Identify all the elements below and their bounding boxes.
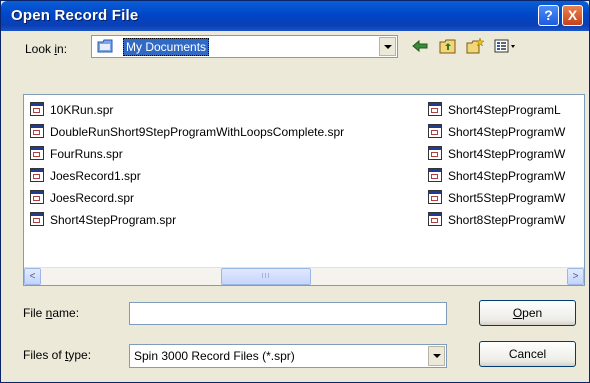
spr-file-icon: [428, 146, 442, 160]
files-of-type-label: Files of type:: [23, 348, 92, 362]
file-item[interactable]: Short4StepProgramL: [428, 101, 565, 123]
file-name: 10KRun.spr: [50, 103, 114, 117]
spr-file-icon: [30, 212, 44, 226]
file-type-value: Spin 3000 Record Files (*.spr): [134, 349, 295, 363]
file-item[interactable]: Short4StepProgramW: [428, 123, 565, 145]
file-item[interactable]: Short5StepProgramW: [428, 189, 565, 211]
scroll-left-button[interactable]: <: [24, 268, 41, 285]
view-menu-icon[interactable]: [493, 37, 517, 55]
file-item[interactable]: JoesRecord.spr: [30, 189, 344, 211]
spr-file-icon: [30, 190, 44, 204]
file-item[interactable]: JoesRecord1.spr: [30, 167, 344, 189]
file-item[interactable]: Short4StepProgram.spr: [30, 211, 344, 233]
spr-file-icon: [428, 168, 442, 182]
file-name: Short4StepProgramW: [448, 125, 566, 139]
spr-file-icon: [428, 212, 442, 226]
file-column-2: Short4StepProgramL Short4StepProgramW Sh…: [428, 101, 565, 233]
spr-file-icon: [30, 146, 44, 160]
look-in-dropdown[interactable]: My Documents: [91, 35, 398, 58]
open-record-file-dialog: Open Record File ? X Look in: My Documen…: [0, 0, 590, 383]
file-item[interactable]: Short4StepProgramW: [428, 167, 565, 189]
spr-file-icon: [30, 168, 44, 182]
horizontal-scrollbar[interactable]: < III >: [24, 267, 584, 285]
file-name: Short4StepProgramW: [448, 169, 566, 183]
file-name: Short5StepProgramW: [448, 191, 566, 205]
file-name: Short8StepProgramW: [448, 213, 566, 227]
look-in-label: Look in:: [25, 42, 68, 56]
spr-file-icon: [428, 124, 442, 138]
title-bar[interactable]: Open Record File ? X: [1, 1, 589, 31]
spr-file-icon: [428, 190, 442, 204]
file-name: DoubleRunShort9StepProgramWithLoopsCompl…: [50, 125, 345, 139]
file-item[interactable]: FourRuns.spr: [30, 145, 344, 167]
spr-file-icon: [30, 124, 44, 138]
file-item[interactable]: Short8StepProgramW: [428, 211, 565, 233]
file-item[interactable]: Short4StepProgramW: [428, 145, 565, 167]
file-name: JoesRecord1.spr: [50, 169, 141, 183]
close-button[interactable]: X: [562, 5, 583, 26]
look-in-value: My Documents: [123, 38, 210, 56]
spr-file-icon: [30, 102, 44, 116]
file-item[interactable]: DoubleRunShort9StepProgramWithLoopsCompl…: [30, 123, 344, 145]
dialog-title: Open Record File: [11, 7, 139, 24]
look-in-dropdown-arrow[interactable]: [379, 37, 396, 56]
file-name: Short4StepProgram.spr: [50, 213, 177, 227]
file-name-label: File name:: [23, 306, 80, 320]
open-button[interactable]: Open: [479, 300, 576, 326]
my-documents-folder-icon: [97, 39, 113, 53]
scroll-right-button[interactable]: >: [567, 268, 584, 285]
file-name: JoesRecord.spr: [50, 191, 135, 205]
file-name: Short4StepProgramL: [448, 103, 561, 117]
help-button[interactable]: ?: [538, 5, 559, 26]
cancel-button[interactable]: Cancel: [479, 341, 576, 367]
file-name: FourRuns.spr: [50, 147, 123, 161]
back-arrow-icon[interactable]: [410, 37, 430, 55]
file-name-input[interactable]: [129, 302, 447, 325]
file-name: Short4StepProgramW: [448, 147, 566, 161]
spr-file-icon: [428, 102, 442, 116]
file-type-dropdown-arrow[interactable]: [428, 346, 445, 366]
file-item[interactable]: 10KRun.spr: [30, 101, 344, 123]
file-list[interactable]: 10KRun.spr DoubleRunShort9StepProgramWit…: [23, 94, 585, 286]
up-folder-icon[interactable]: [438, 37, 458, 55]
files-of-type-dropdown[interactable]: Spin 3000 Record Files (*.spr): [129, 344, 447, 368]
scroll-thumb[interactable]: III: [221, 268, 311, 285]
new-folder-icon[interactable]: [465, 37, 485, 55]
file-column-1: 10KRun.spr DoubleRunShort9StepProgramWit…: [30, 101, 344, 233]
